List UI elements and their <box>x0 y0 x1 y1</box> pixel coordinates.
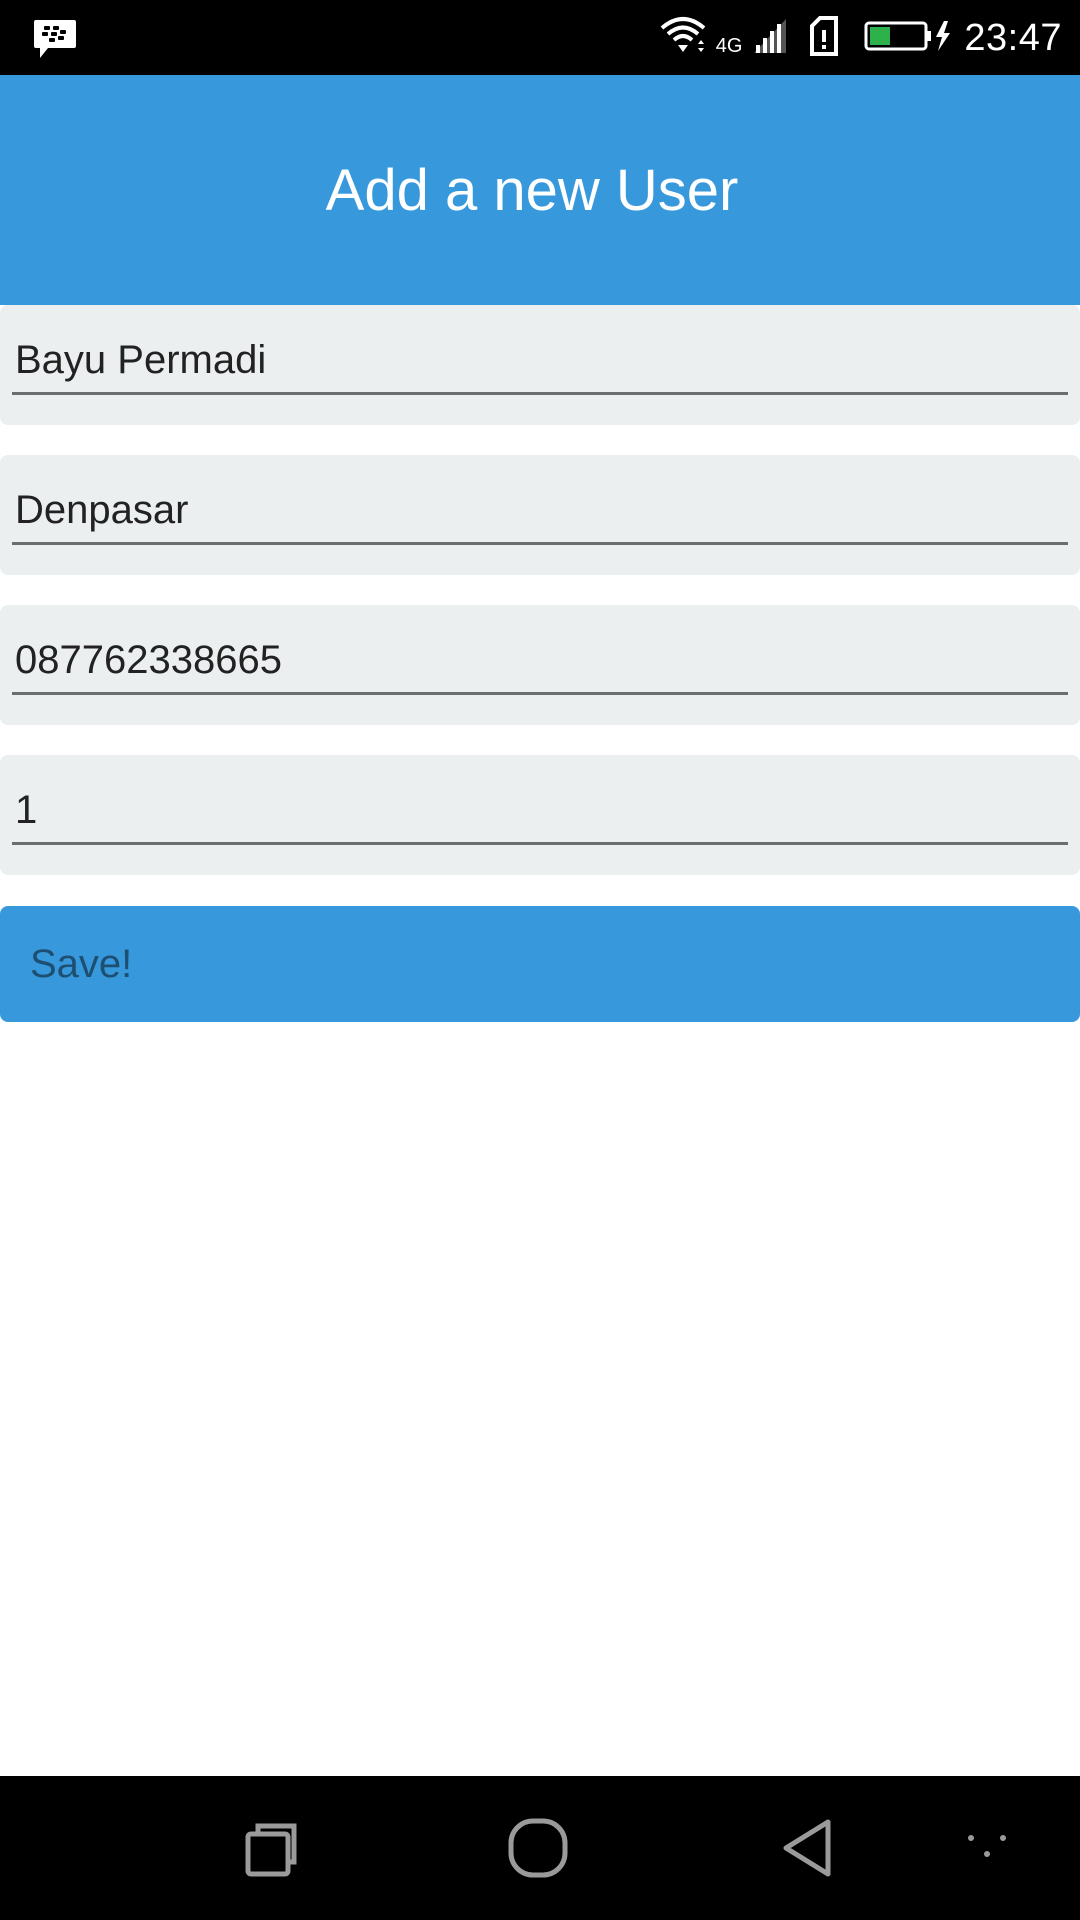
save-button[interactable]: Save! <box>0 906 1080 1022</box>
wifi-icon <box>660 16 706 61</box>
name-input[interactable] <box>12 329 1068 395</box>
home-icon[interactable] <box>496 1806 580 1890</box>
cellular-signal-icon <box>752 17 788 60</box>
app-header: Add a new User <box>0 75 1080 305</box>
name-field-container <box>0 305 1080 425</box>
address-input[interactable] <box>12 479 1068 545</box>
bbm-icon <box>32 18 78 60</box>
address-field-container <box>0 455 1080 575</box>
network-type-label: 4G <box>715 35 743 57</box>
number-field-container <box>0 755 1080 875</box>
navigation-bar <box>0 1776 1080 1920</box>
sim-card-icon <box>808 15 840 61</box>
phone-field-container <box>0 605 1080 725</box>
status-icons: 4G 23:47 <box>660 12 1062 64</box>
back-icon[interactable] <box>766 1806 850 1890</box>
status-time: 23:47 <box>964 16 1062 59</box>
more-icon[interactable] <box>946 1806 1030 1890</box>
status-bar: 4G 23:47 <box>0 0 1080 75</box>
app-screen: 4G 23:47 Add a new User Bayu Permadi Den… <box>0 0 1080 1920</box>
phone-input[interactable] <box>12 629 1068 695</box>
page-title: Add a new User <box>325 157 739 223</box>
number-input[interactable] <box>12 779 1068 845</box>
recent-apps-icon[interactable] <box>228 1806 312 1890</box>
battery-charging-icon <box>864 19 954 58</box>
